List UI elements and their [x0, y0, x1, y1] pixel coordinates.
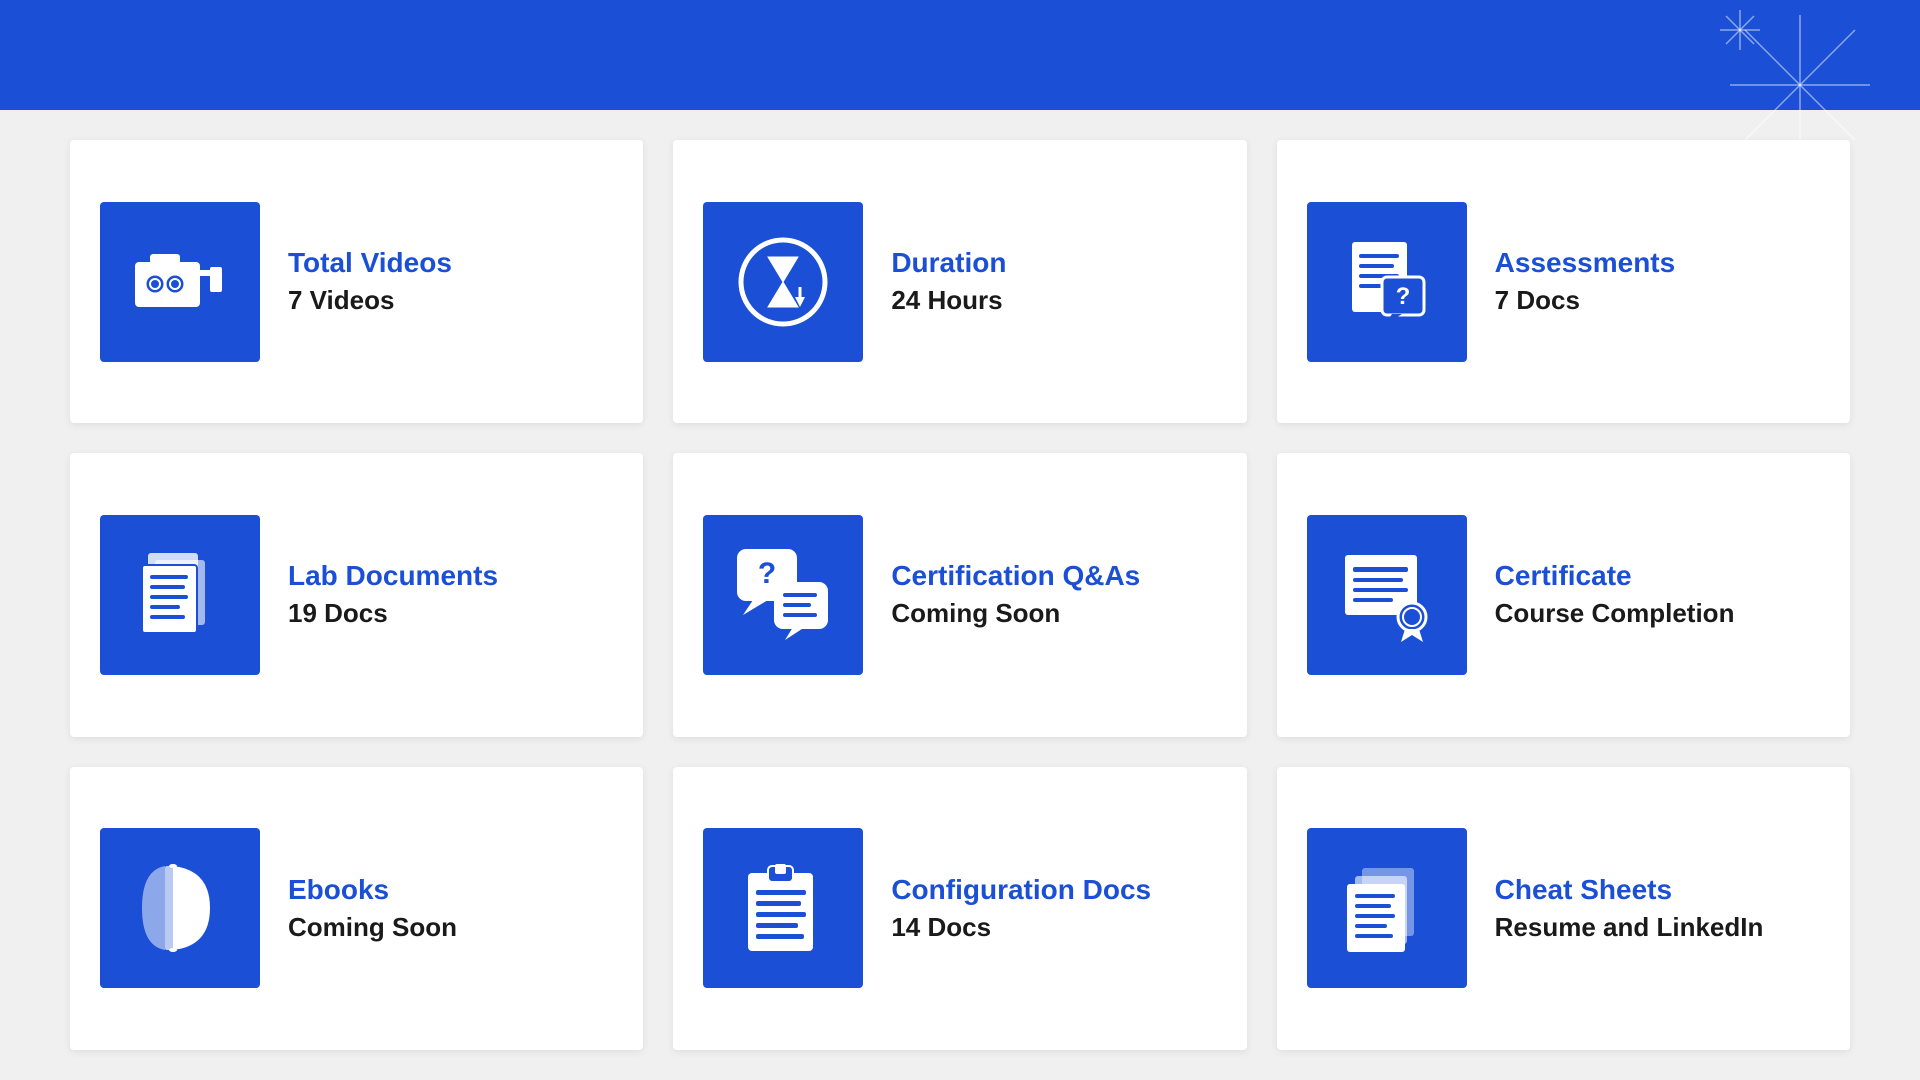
certificate-text: Certificate Course Completion: [1495, 560, 1735, 629]
feature-card-certification-qas: ? Certification Q&As Coming Soon: [673, 453, 1246, 736]
assessments-text: Assessments 7 Docs: [1495, 247, 1676, 316]
ebooks-title: Ebooks: [288, 874, 457, 906]
ebooks-icon: [100, 828, 260, 988]
svg-text:?: ?: [758, 557, 776, 590]
configuration-docs-icon: [703, 828, 863, 988]
duration-title: Duration: [891, 247, 1006, 279]
header: [0, 0, 1920, 110]
duration-subtitle: 24 Hours: [891, 285, 1006, 316]
cheat-sheets-title: Cheat Sheets: [1495, 874, 1764, 906]
certificate-title: Certificate: [1495, 560, 1735, 592]
svg-text:?: ?: [1395, 283, 1410, 310]
lab-documents-text: Lab Documents 19 Docs: [288, 560, 498, 629]
certification-qas-icon: ?: [703, 515, 863, 675]
feature-card-ebooks: Ebooks Coming Soon: [70, 767, 643, 1050]
lab-documents-subtitle: 19 Docs: [288, 598, 498, 629]
certification-qas-subtitle: Coming Soon: [891, 598, 1140, 629]
configuration-docs-title: Configuration Docs: [891, 874, 1151, 906]
assessments-title: Assessments: [1495, 247, 1676, 279]
cheat-sheets-text: Cheat Sheets Resume and LinkedIn: [1495, 874, 1764, 943]
ebooks-subtitle: Coming Soon: [288, 912, 457, 943]
cheat-sheets-subtitle: Resume and LinkedIn: [1495, 912, 1764, 943]
feature-card-total-videos: Total Videos 7 Videos: [70, 140, 643, 423]
feature-card-assessments: ? Assessments 7 Docs: [1277, 140, 1850, 423]
total-videos-icon: [100, 202, 260, 362]
total-videos-subtitle: 7 Videos: [288, 285, 452, 316]
total-videos-text: Total Videos 7 Videos: [288, 247, 452, 316]
duration-text: Duration 24 Hours: [891, 247, 1006, 316]
configuration-docs-text: Configuration Docs 14 Docs: [891, 874, 1151, 943]
cheat-sheets-icon: [1307, 828, 1467, 988]
feature-card-lab-documents: Lab Documents 19 Docs: [70, 453, 643, 736]
lab-documents-title: Lab Documents: [288, 560, 498, 592]
ebooks-text: Ebooks Coming Soon: [288, 874, 457, 943]
configuration-docs-subtitle: 14 Docs: [891, 912, 1151, 943]
certification-qas-title: Certification Q&As: [891, 560, 1140, 592]
total-videos-title: Total Videos: [288, 247, 452, 279]
assessments-icon: ?: [1307, 202, 1467, 362]
feature-card-duration: Duration 24 Hours: [673, 140, 1246, 423]
assessments-subtitle: 7 Docs: [1495, 285, 1676, 316]
main-content: Total Videos 7 Videos Duration 24 Hours ? …: [0, 110, 1920, 1080]
duration-icon: [703, 202, 863, 362]
feature-card-certificate: Certificate Course Completion: [1277, 453, 1850, 736]
lab-documents-icon: [100, 515, 260, 675]
feature-card-configuration-docs: Configuration Docs 14 Docs: [673, 767, 1246, 1050]
features-grid: Total Videos 7 Videos Duration 24 Hours ? …: [70, 140, 1850, 1050]
certificate-icon: [1307, 515, 1467, 675]
feature-card-cheat-sheets: Cheat Sheets Resume and LinkedIn: [1277, 767, 1850, 1050]
certificate-subtitle: Course Completion: [1495, 598, 1735, 629]
certification-qas-text: Certification Q&As Coming Soon: [891, 560, 1140, 629]
